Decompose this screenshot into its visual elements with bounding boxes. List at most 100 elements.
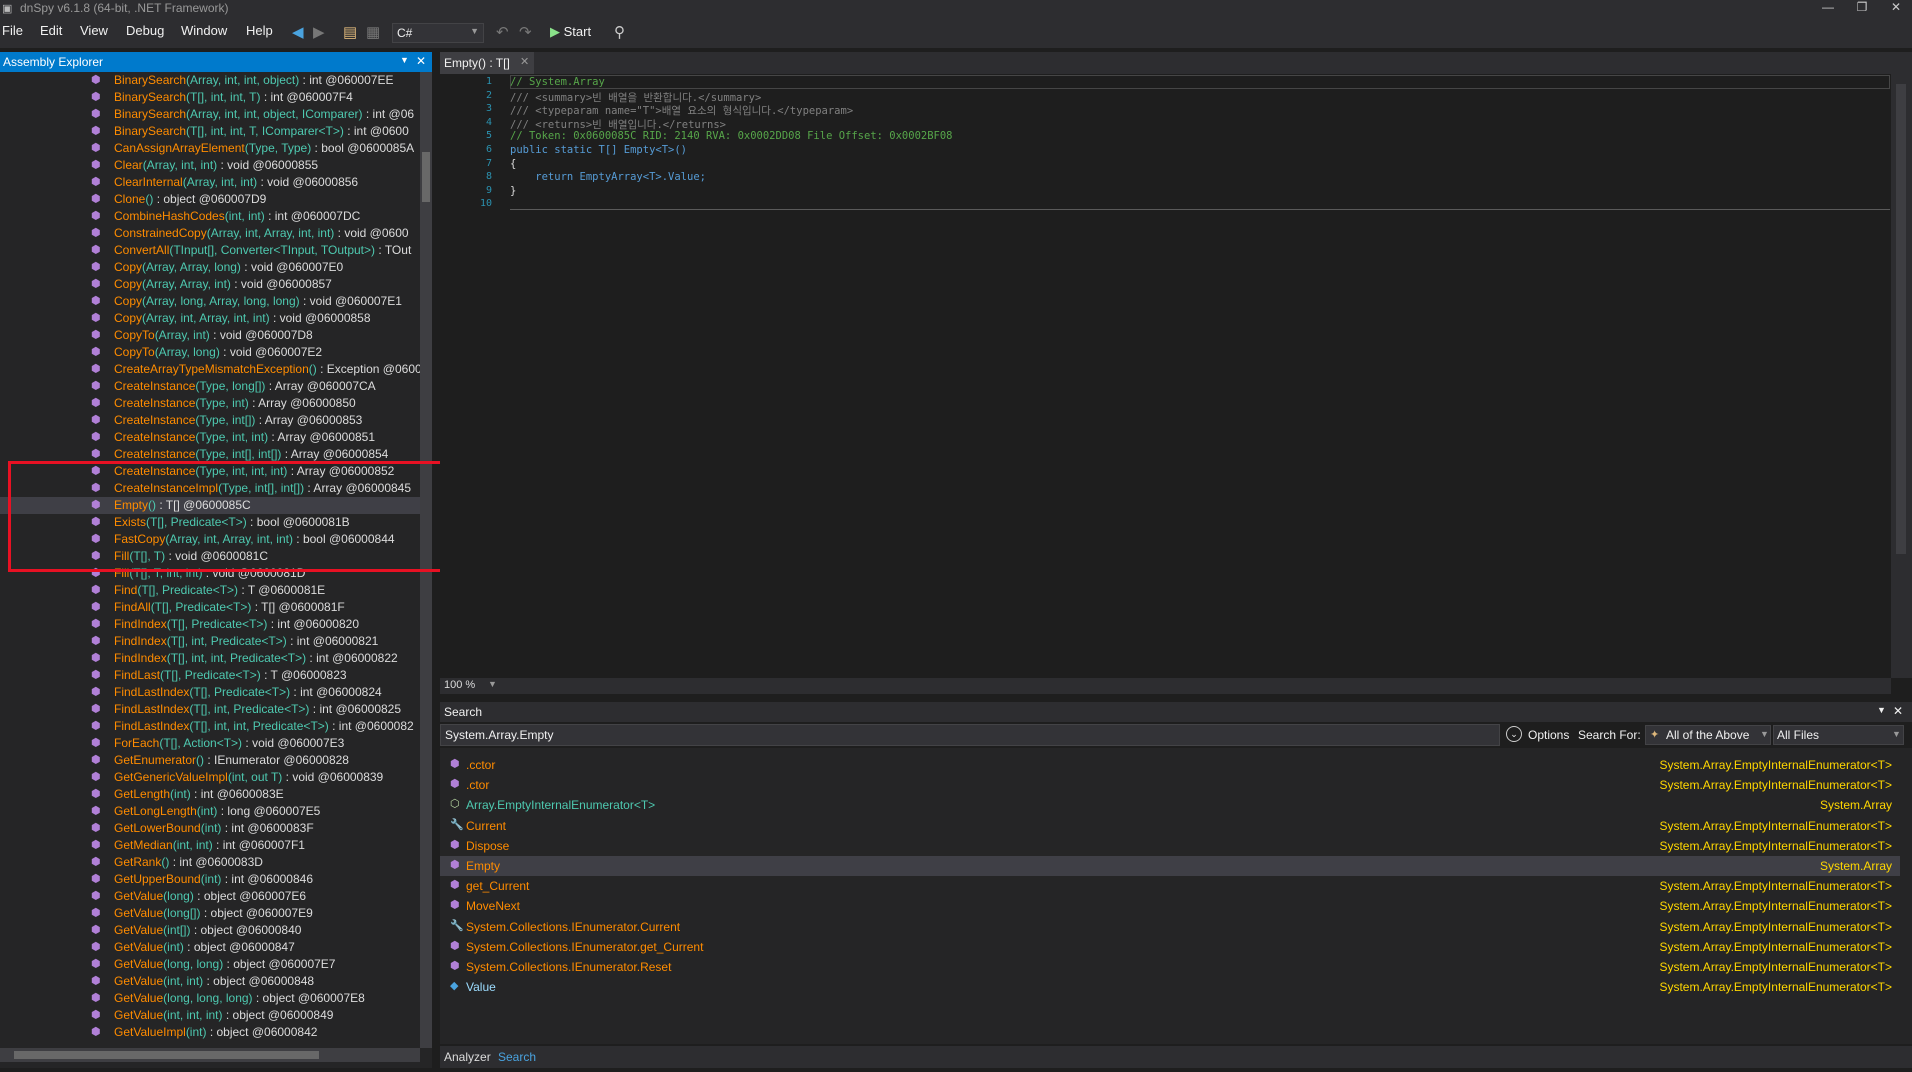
zoom-level[interactable]: 100 % <box>444 679 475 691</box>
tree-item[interactable]: ⬢ GetValue(int, int) : object @06000848 <box>0 973 420 990</box>
tree-item[interactable]: ⬢ GetGenericValueImpl(int, out T) : void … <box>0 769 420 786</box>
tree-item[interactable]: ⬢ Clone() : object @060007D9 <box>0 191 420 208</box>
save-icon[interactable]: ▦ <box>366 23 380 41</box>
tree-item[interactable]: ⬢ Clear(Array, int, int) : void @06000855 <box>0 157 420 174</box>
tree-item[interactable]: ⬢ GetValue(long, long) : object @060007E7 <box>0 956 420 973</box>
search-result-row[interactable]: 🔧 Current System.Array.EmptyInternalEnumer… <box>440 816 1900 836</box>
tree-item[interactable]: ⬢ FindLastIndex(T[], Predicate<T>) : int … <box>0 684 420 701</box>
tree-item[interactable]: ⬢ BinarySearch(T[], int, int, T, ICompare… <box>0 123 420 140</box>
tree-item[interactable]: ⬢ GetValue(int) : object @06000847 <box>0 939 420 956</box>
tree-item[interactable]: ⬢ GetValueImpl(int) : object @06000842 <box>0 1024 420 1041</box>
tree-item[interactable]: ⬢ Copy(Array, Array, long) : void @060007… <box>0 259 420 276</box>
tree-item[interactable]: ⬢ CopyTo(Array, long) : void @060007E2 <box>0 344 420 361</box>
tree-item[interactable]: ⬢ GetLength(int) : int @0600083E <box>0 786 420 803</box>
back-icon[interactable]: ◀ <box>292 23 304 41</box>
menu-debug[interactable]: Debug <box>126 23 164 38</box>
chevron-down-icon[interactable]: ▼ <box>488 679 497 689</box>
tree-item[interactable]: ⬢ ClearInternal(Array, int, int) : void @… <box>0 174 420 191</box>
tree-item[interactable]: ⬢ GetMedian(int, int) : int @060007F1 <box>0 837 420 854</box>
scrollbar-thumb[interactable] <box>1896 84 1906 554</box>
search-result-row[interactable]: ⬢ .cctor System.Array.EmptyInternalEnumera… <box>440 755 1900 775</box>
tree-item[interactable]: ⬢ CreateInstance(Type, int, int) : Array … <box>0 429 420 446</box>
tree-item[interactable]: ⬢ GetLongLength(int) : long @060007E5 <box>0 803 420 820</box>
tree-item[interactable]: ⬢ Copy(Array, long, Array, long, long) : … <box>0 293 420 310</box>
close-icon[interactable]: ✕ <box>416 54 426 68</box>
tree-item[interactable]: ⬢ GetValue(int, int, int) : object @06000… <box>0 1007 420 1024</box>
restore-button[interactable]: ❐ <box>1850 0 1874 17</box>
tree-item[interactable]: ⬢ GetUpperBound(int) : int @06000846 <box>0 871 420 888</box>
chevron-down-icon[interactable]: ⌄ <box>1506 726 1522 742</box>
search-result-row[interactable]: ⬢ get_Current System.Array.EmptyInternalEn… <box>440 876 1900 896</box>
tree-item[interactable]: ⬢ FindIndex(T[], int, Predicate<T>) : int… <box>0 633 420 650</box>
tree-item[interactable]: ⬢ Copy(Array, int, Array, int, int) : voi… <box>0 310 420 327</box>
menu-help[interactable]: Help <box>246 23 273 38</box>
tree-item[interactable]: ⬢ Copy(Array, Array, int) : void @0600085… <box>0 276 420 293</box>
menu-view[interactable]: View <box>80 23 108 38</box>
menu-window[interactable]: Window <box>181 23 227 38</box>
tree-item[interactable]: ⬢ GetValue(long, long, long) : object @06… <box>0 990 420 1007</box>
search-for-select[interactable]: ✦ All of the Above ▼ <box>1645 725 1771 745</box>
start-button[interactable]: ▶ Start <box>550 24 591 40</box>
options-label[interactable]: Options <box>1528 728 1569 742</box>
tree-item[interactable]: ⬢ GetValue(long[]) : object @060007E9 <box>0 905 420 922</box>
code-editor[interactable] <box>440 74 1891 678</box>
language-select[interactable]: C# ▼ <box>392 23 484 43</box>
minimize-button[interactable]: — <box>1816 0 1840 17</box>
menu-edit[interactable]: Edit <box>40 23 62 38</box>
search-scope-select[interactable]: All Files ▼ <box>1773 725 1904 745</box>
tree-item[interactable]: ⬢ ConvertAll(TInput[], Converter<TInput, … <box>0 242 420 259</box>
search-result-row[interactable]: ⬢ Empty System.Array <box>440 856 1900 876</box>
close-icon[interactable]: ✕ <box>1893 704 1903 718</box>
tree-item[interactable]: ⬢ GetValue(long) : object @060007E6 <box>0 888 420 905</box>
tab-search[interactable]: Search <box>498 1050 536 1064</box>
open-folder-icon[interactable]: ▤ <box>343 23 357 41</box>
tree-item[interactable]: ⬢ CreateInstance(Type, int[]) : Array @06… <box>0 412 420 429</box>
tree-item[interactable]: ⬢ CombineHashCodes(int, int) : int @06000… <box>0 208 420 225</box>
scrollbar-thumb[interactable] <box>14 1051 319 1059</box>
menu-file[interactable]: File <box>2 23 23 38</box>
search-result-row[interactable]: ⬢ .ctor System.Array.EmptyInternalEnumerat… <box>440 775 1900 795</box>
tree-item[interactable]: ⬢ GetEnumerator() : IEnumerator @06000828 <box>0 752 420 769</box>
tree-item[interactable]: ⬢ ForEach(T[], Action<T>) : void @060007E… <box>0 735 420 752</box>
search-result-row[interactable]: ⬢ Dispose System.Array.EmptyInternalEnumer… <box>440 836 1900 856</box>
tree-item[interactable]: ⬢ CreateInstance(Type, int) : Array @0600… <box>0 395 420 412</box>
search-result-row[interactable]: ⬢ System.Collections.IEnumerator.Reset Sys… <box>440 957 1900 977</box>
tree-item[interactable]: ⬢ CreateInstance(Type, long[]) : Array @0… <box>0 378 420 395</box>
tree-item[interactable]: ⬢ GetLowerBound(int) : int @0600083F <box>0 820 420 837</box>
tree-item[interactable]: ⬢ GetValue(int[]) : object @06000840 <box>0 922 420 939</box>
forward-icon[interactable]: ▶ <box>313 23 325 41</box>
undo-icon[interactable]: ↶ <box>496 23 509 41</box>
tree-item[interactable]: ⬢ FindLastIndex(T[], int, Predicate<T>) :… <box>0 701 420 718</box>
scrollbar-thumb[interactable] <box>422 152 430 202</box>
chevron-down-icon[interactable]: ▼ <box>1877 705 1886 715</box>
search-input[interactable] <box>440 724 1500 746</box>
tree-item[interactable]: ⬢ ConstrainedCopy(Array, int, Array, int,… <box>0 225 420 242</box>
tree-item[interactable]: ⬢ FindIndex(T[], int, int, Predicate<T>) … <box>0 650 420 667</box>
tab-empty-method[interactable]: Empty() : T[] ✕ <box>440 52 534 74</box>
tab-analyzer[interactable]: Analyzer <box>444 1050 491 1064</box>
tree-item[interactable]: ⬢ CanAssignArrayElement(Type, Type) : boo… <box>0 140 420 157</box>
tree-item[interactable]: ⬢ BinarySearch(T[], int, int, T) : int @0… <box>0 89 420 106</box>
search-result-row[interactable]: ⬡ Array.EmptyInternalEnumerator<T> System.… <box>440 795 1900 815</box>
redo-icon[interactable]: ↷ <box>519 23 532 41</box>
close-window-button[interactable]: ✕ <box>1884 0 1908 17</box>
tree-item[interactable]: ⬢ GetRank() : int @0600083D <box>0 854 420 871</box>
tree-item[interactable]: ⬢ CopyTo(Array, int) : void @060007D8 <box>0 327 420 344</box>
search-result-row[interactable]: ◆ Value System.Array.EmptyInternalEnumerat… <box>440 977 1900 997</box>
tree-item[interactable]: ⬢ FindIndex(T[], Predicate<T>) : int @060… <box>0 616 420 633</box>
tree-item[interactable]: ⬢ BinarySearch(Array, int, int, object, I… <box>0 106 420 123</box>
tree-horizontal-scrollbar[interactable] <box>0 1048 420 1062</box>
search-result-row[interactable]: 🔧 System.Collections.IEnumerator.Current S… <box>440 917 1900 937</box>
tree-item[interactable]: ⬢ BinarySearch(Array, int, int, object) :… <box>0 72 420 89</box>
chevron-down-icon[interactable]: ▼ <box>400 55 409 65</box>
tree-item[interactable]: ⬢ FindAll(T[], Predicate<T>) : T[] @06000… <box>0 599 420 616</box>
search-icon[interactable]: ⚲ <box>614 23 625 41</box>
tree-item[interactable]: ⬢ Find(T[], Predicate<T>) : T @0600081E <box>0 582 420 599</box>
tree-item[interactable]: ⬢ CreateArrayTypeMismatchException() : Ex… <box>0 361 420 378</box>
editor-vertical-scrollbar[interactable] <box>1891 74 1912 678</box>
tree-item[interactable]: ⬢ FindLastIndex(T[], int, int, Predicate<… <box>0 718 420 735</box>
search-result-row[interactable]: ⬢ MoveNext System.Array.EmptyInternalEnume… <box>440 896 1900 916</box>
close-icon[interactable]: ✕ <box>520 55 529 68</box>
search-result-row[interactable]: ⬢ System.Collections.IEnumerator.get_Curr… <box>440 937 1900 957</box>
tree-item[interactable]: ⬢ FindLast(T[], Predicate<T>) : T @060008… <box>0 667 420 684</box>
